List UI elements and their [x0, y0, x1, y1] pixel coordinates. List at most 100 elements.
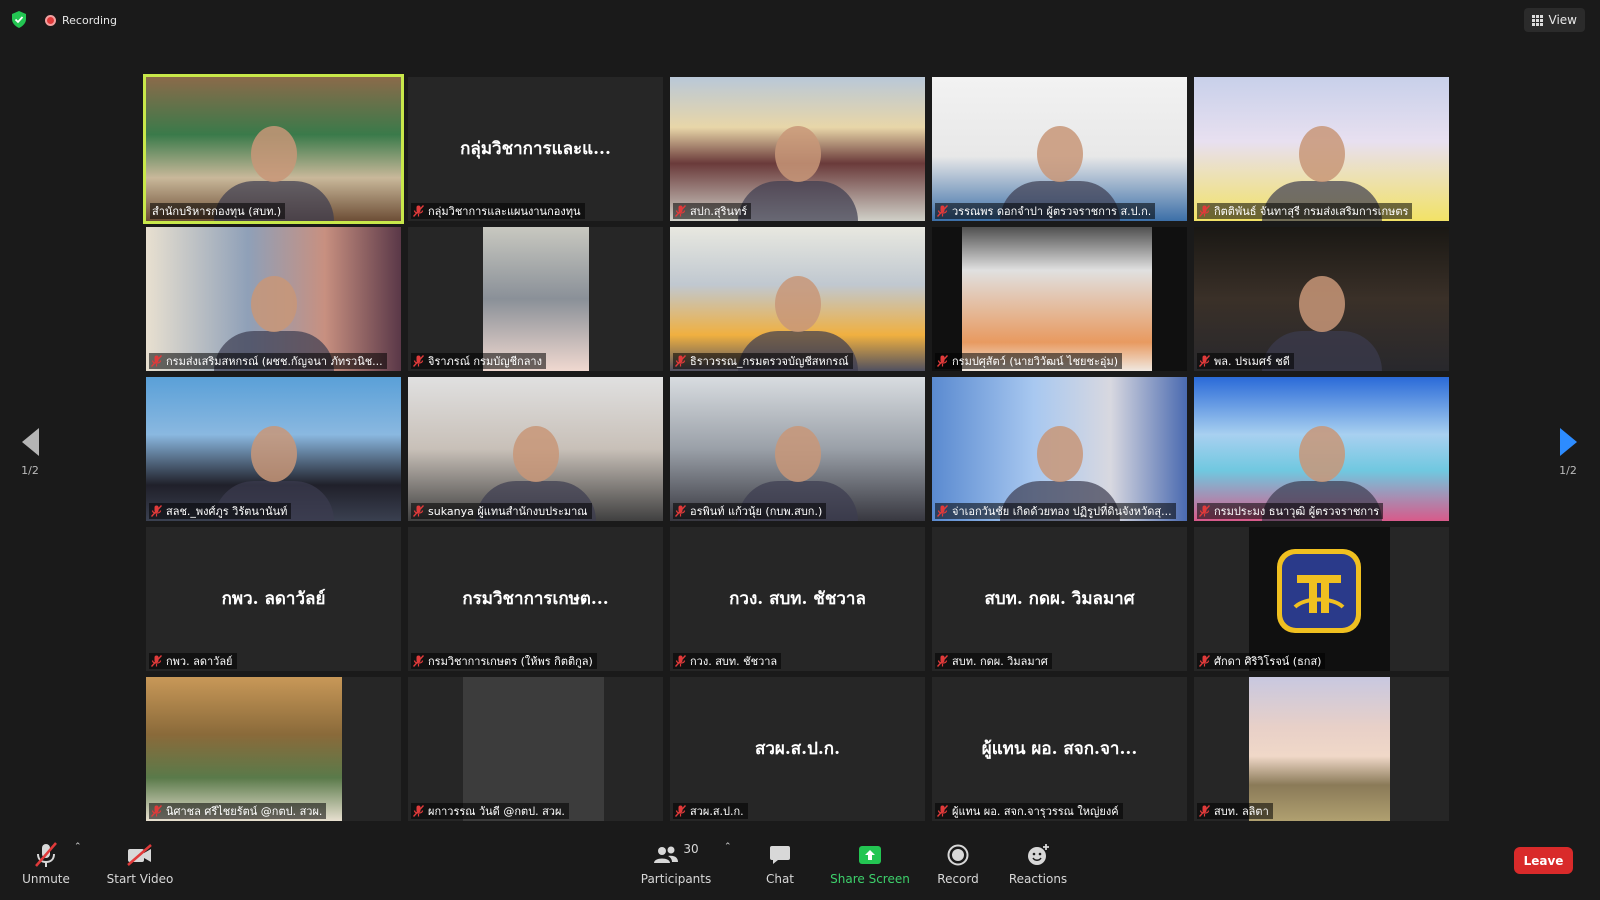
view-button[interactable]: View [1523, 8, 1585, 32]
unmute-button[interactable]: Unmute [21, 842, 71, 886]
page-indicator-left: 1/2 [21, 464, 39, 477]
participant-name-tag: สบท. กดผ. วิมลมาศ [935, 653, 1052, 669]
chat-button[interactable]: Chat [760, 842, 800, 886]
participant-name-label: พล. ปรเมศร์ ชดี [1214, 355, 1290, 368]
participant-tile[interactable]: อรพินท์ แก้วนุ้ย (กบพ.สบก.) [670, 377, 925, 521]
leave-button[interactable]: Leave [1514, 847, 1573, 874]
participant-video [146, 377, 401, 521]
participant-name-label: กรมวิชาการเกษตร (ให้พร กิตติกูล) [428, 655, 593, 668]
muted-microphone-icon [150, 505, 163, 517]
participant-name-tag: สวผ.ส.ป.ก. [673, 803, 748, 819]
participant-tile[interactable]: วรรณพร ดอกจำปา ผู้ตรวจราชการ ส.ป.ก. [932, 77, 1187, 221]
participant-tile[interactable]: จิราภรณ์ กรมบัญชีกลาง [408, 227, 663, 371]
participant-tile[interactable]: นิศาชล ศรีไชยรัตน์ @กตป. สวผ. [146, 677, 401, 821]
participant-video [962, 227, 1152, 371]
next-page-button[interactable]: 1/2 [1553, 428, 1583, 477]
participant-video [932, 77, 1187, 221]
participant-tile[interactable]: ธิราวรรณ_กรมตรวจบัญชีสหกรณ์ [670, 227, 925, 371]
participant-name-tag: sukanya ผู้แทนสำนักงบประมาณ [411, 503, 592, 519]
participant-name-label: สบท. ลลิตา [1214, 805, 1269, 818]
person-silhouette [774, 125, 821, 182]
chat-label: Chat [765, 872, 795, 886]
participant-tile[interactable]: กวง. สบท. ชัชวาล กวง. สบท. ชัชวาล [670, 527, 925, 671]
participant-video [146, 677, 342, 821]
person-silhouette [1036, 125, 1083, 182]
share-screen-label: Share Screen [830, 872, 910, 886]
view-button-label: View [1548, 13, 1577, 27]
person-silhouette [1036, 425, 1083, 482]
audio-options-caret-icon[interactable]: ⌃ [74, 842, 82, 852]
participant-tile[interactable]: กิตติพันธ์ จันทาสุรี กรมส่งเสริมการเกษตร [1194, 77, 1449, 221]
start-video-button[interactable]: Start Video [105, 842, 175, 886]
participant-name-label: สบท. กดผ. วิมลมาศ [952, 655, 1048, 668]
person-silhouette [1298, 275, 1345, 332]
participant-name-tag: ธิราวรรณ_กรมตรวจบัญชีสหกรณ์ [673, 353, 853, 369]
participants-options-caret-icon[interactable]: ⌃ [724, 842, 732, 852]
participant-tile[interactable]: กลุ่มวิชาการและแ... กลุ่มวิชาการและแผนงาน… [408, 77, 663, 221]
participant-video [1249, 527, 1390, 671]
participant-display-name: สวผ.ส.ป.ก. [754, 739, 841, 759]
participant-name-tag: สบท. ลลิตา [1197, 803, 1273, 819]
participant-tile[interactable]: สปก.สุรินทร์ [670, 77, 925, 221]
participant-tile[interactable]: กรมประมง ธนาวุฒิ ผู้ตรวจราชการ [1194, 377, 1449, 521]
participant-tile[interactable]: สลช._พงศ์ภูร วิรัตนานันท์ [146, 377, 401, 521]
participant-name-tag: พล. ปรเมศร์ ชดี [1197, 353, 1294, 369]
participant-name-tag: กรมปศุสัตว์ (นายวิวัฒน์ ไชยชะอุ่ม) [935, 353, 1123, 369]
muted-microphone-icon [412, 805, 425, 817]
participant-video [408, 377, 663, 521]
participant-name-tag: กรมประมง ธนาวุฒิ ผู้ตรวจราชการ [1197, 503, 1384, 519]
participant-tile[interactable]: จ่าเอกวันชัย เกิดด้วยทอง ปฏิรูปที่ดินจัง… [932, 377, 1187, 521]
participant-name-tag: ผกาวรรณ วันดี @กตป. สวผ. [411, 803, 569, 819]
previous-page-button[interactable]: 1/2 [15, 428, 45, 477]
participant-tile[interactable]: สำนักบริหารกองทุน (สบท.) [143, 74, 404, 224]
participant-name-label: กรมปศุสัตว์ (นายวิวัฒน์ ไชยชะอุ่ม) [952, 355, 1119, 368]
person-shoulders [737, 180, 858, 221]
reactions-button[interactable]: Reactions [1008, 842, 1068, 886]
participant-tile[interactable]: กรมปศุสัตว์ (นายวิวัฒน์ ไชยชะอุ่ม) [932, 227, 1187, 371]
share-screen-button[interactable]: Share Screen [830, 842, 910, 886]
muted-microphone-icon [674, 205, 687, 217]
participant-tile[interactable]: ผู้แทน ผอ. สจก.จา... ผู้แทน ผอ. สจก.จารุว… [932, 677, 1187, 821]
participant-tile[interactable]: สบท. กดผ. วิมลมาศ สบท. กดผ. วิมลมาศ [932, 527, 1187, 671]
participant-name-label: จ่าเอกวันชัย เกิดด้วยทอง ปฏิรูปที่ดินจัง… [952, 505, 1172, 518]
muted-microphone-icon [412, 355, 425, 367]
participant-display-name: สบท. กดผ. วิมลมาศ [984, 589, 1135, 609]
participant-video [670, 227, 925, 371]
person-silhouette [250, 275, 297, 332]
muted-microphone-icon [150, 805, 163, 817]
muted-microphone-icon [936, 505, 949, 517]
muted-microphone-icon [674, 655, 687, 667]
participant-name-label: สปก.สุรินทร์ [690, 205, 748, 218]
security-shield-icon[interactable] [11, 11, 27, 28]
record-button[interactable]: Record [935, 842, 981, 886]
participant-display-name: กรมวิชาการเกษต... [462, 589, 609, 609]
participant-tile[interactable]: พล. ปรเมศร์ ชดี [1194, 227, 1449, 371]
participant-name-label: กลุ่มวิชาการและแผนงานกองทุน [428, 205, 581, 218]
participant-tile[interactable]: สบท. ลลิตา [1194, 677, 1449, 821]
participant-video [146, 77, 401, 221]
muted-microphone-icon [1198, 205, 1211, 217]
muted-microphone-icon [412, 505, 425, 517]
reactions-label: Reactions [1008, 872, 1068, 886]
recording-indicator[interactable]: Recording [45, 13, 117, 27]
participant-name-label: ผกาวรรณ วันดี @กตป. สวผ. [428, 805, 565, 818]
participants-button[interactable]: 30 Participants [636, 842, 716, 886]
participant-tile[interactable]: ผกาวรรณ วันดี @กตป. สวผ. [408, 677, 663, 821]
participant-name-tag: จ่าเอกวันชัย เกิดด้วยทอง ปฏิรูปที่ดินจัง… [935, 503, 1176, 519]
start-video-label: Start Video [106, 872, 174, 886]
meeting-toolbar: Unmute ⌃ Start Video 30 Participants ⌃ C… [0, 836, 1600, 900]
muted-microphone-icon [150, 355, 163, 367]
participant-name-tag: อรพินท์ แก้วนุ้ย (กบพ.สบก.) [673, 503, 827, 519]
participant-tile[interactable]: ศักดา ศิริวิโรจน์ (ธกส) [1194, 527, 1449, 671]
participant-tile[interactable]: กรมวิชาการเกษต... กรมวิชาการเกษตร (ให้พร … [408, 527, 663, 671]
share-screen-icon [830, 842, 910, 868]
person-silhouette [1298, 125, 1345, 182]
participant-display-name: ผู้แทน ผอ. สจก.จา... [981, 739, 1138, 759]
participant-tile[interactable]: กพว. ลดาวัลย์ กพว. ลดาวัลย์ [146, 527, 401, 671]
participants-label: Participants [640, 872, 712, 886]
recording-label: Recording [62, 13, 118, 27]
participant-tile[interactable]: sukanya ผู้แทนสำนักงบประมาณ [408, 377, 663, 521]
participant-tile[interactable]: กรมส่งเสริมสหกรณ์ (ผชช.กัญจนา ภัทรวนิช..… [146, 227, 401, 371]
muted-microphone-icon [936, 205, 949, 217]
participant-tile[interactable]: สวผ.ส.ป.ก. สวผ.ส.ป.ก. [670, 677, 925, 821]
